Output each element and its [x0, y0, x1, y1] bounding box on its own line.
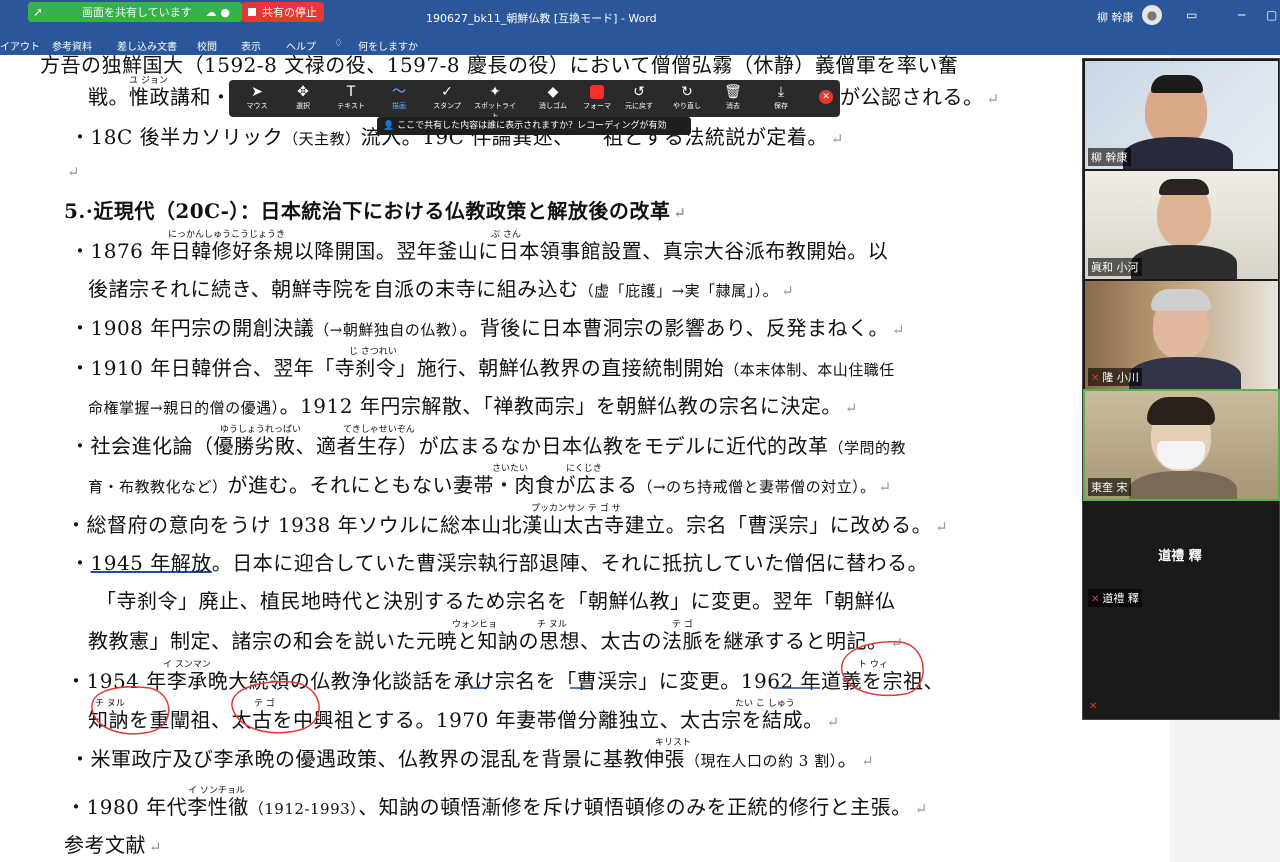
muted-mic-icon: ✕ — [1089, 701, 1098, 712]
section-heading: 5.·近現代（20C-）：日本統治下における仏教政策と解放後の改革 ↵ — [64, 199, 687, 223]
muted-mic-icon: ✕ — [1091, 594, 1100, 605]
doc-line: 「寺刹令」廃止、植民地時代と決別するため宗名を「朝鮮仏教」に変更。翌年「朝鮮仏 — [96, 589, 896, 613]
doc-line: ・総督府の意向をうけ 1938 年ソウルに総本山北漢山太古寺建立。宗名「曹渓宗」… — [66, 513, 949, 537]
tool-select[interactable]: ✥ 選択 — [281, 83, 325, 111]
doc-line: ・社会進化論（優勝劣敗、適者生存）が広まるなか日本仏教をモデルに近代的改革（学問… — [70, 434, 907, 458]
undo-icon: ↺ — [633, 84, 645, 100]
maximize-icon[interactable]: ▢ — [1266, 8, 1277, 22]
document-page[interactable]: 方吾の独鮮国大（1592-8 文禄の役、1597-8 慶長の役）において僧僧弘霧… — [0, 55, 1170, 862]
minimize-icon[interactable]: ─ — [1238, 8, 1245, 22]
trash-icon: 🗑 — [724, 84, 742, 100]
save-icon: ⤓ — [777, 84, 785, 100]
doc-line: 参考文献 ↵ — [64, 833, 163, 857]
tool-undo[interactable]: ↺ 元に戻す — [617, 83, 661, 111]
doc-line: ・1910 年日韓併合、翌年「寺刹令」施行、朝鮮仏教界の直接統制開始（本末体制、… — [70, 356, 895, 380]
eraser-icon: ◆ — [547, 84, 559, 100]
account-name[interactable]: 柳 幹康 — [1097, 9, 1134, 25]
doc-line: ・1876 年日韓修好条規以降開国。翌年釜山に日本領事館設置、真宗大谷派布教開始… — [70, 239, 889, 263]
participant-name: 柳 幹康 — [1088, 148, 1131, 166]
color-swatch-icon — [590, 85, 604, 99]
video-tile[interactable]: 眞和 小河 — [1085, 171, 1278, 279]
tool-mouse[interactable]: ➤ マウス — [235, 83, 279, 111]
tool-redo[interactable]: ↻ やり直し — [665, 83, 709, 111]
doc-line: 命権掌握→親日的僧の優遇）。1912 年円宗解散、「禅教両宗」を朝鮮仏教の宗名に… — [88, 394, 858, 418]
empty-paragraph: ↵ — [67, 163, 81, 181]
partial-top-line: 方吾の独鮮国大（1592-8 文禄の役、1597-8 慶長の役）において僧僧弘霧… — [40, 55, 959, 77]
tool-spotlight[interactable]: ✦ スポットライト — [473, 83, 517, 121]
document-title: 190627_bk11_朝鮮仏教 [互換モード] - Word — [426, 12, 657, 25]
tool-draw[interactable]: 〜描画 — [377, 83, 421, 111]
participant-name: ✕ 隆 小川 — [1088, 368, 1142, 386]
share-screen-icon: ➚ — [32, 5, 44, 19]
doc-line: 戦。惟政講和・ — [88, 85, 232, 109]
tell-me-search[interactable]: 何をしますか — [358, 38, 418, 53]
draw-icon: 〜 — [392, 84, 406, 100]
stop-share-button[interactable]: 共有の停止 — [242, 2, 324, 22]
doc-line: ・1945 年解放。日本に迎合していた曹渓宗執行部退陣、それに抵抗していた僧侶に… — [70, 551, 929, 575]
ribbon-display-icon[interactable]: ▭ — [1186, 8, 1197, 22]
tab-layout[interactable]: イアウト — [0, 38, 40, 53]
doc-line: ・1980 年代李性徹（1912-1993）、知訥の頓悟漸修を斥け頓悟頓修のみを… — [66, 795, 928, 819]
video-tile-active[interactable]: 東奎 宋 — [1083, 389, 1280, 501]
doc-line: 後諸宗それに続き、朝鮮寺院を自派の末寺に組み込む（虚「庇護」→実「隷属」）。 ↵ — [88, 277, 795, 301]
muted-mic-icon: ✕ — [1091, 373, 1100, 384]
check-icon: ✓ — [441, 84, 453, 100]
participant-name: 東奎 宋 — [1088, 478, 1131, 496]
doc-line: 知訥を重闡祖、太古を中興祖とする。1970 年妻帯僧分離独立、太古宗を結成。 ↵ — [88, 708, 840, 732]
close-toolbar-icon[interactable]: ✕ — [819, 90, 833, 104]
tab-mailings[interactable]: 差し込み文書 — [117, 38, 177, 53]
tool-format[interactable]: フォーマ — [575, 83, 619, 111]
video-tile[interactable]: 柳 幹康 — [1085, 61, 1278, 169]
sharing-status-label: 画面を共有しています — [82, 6, 192, 19]
audio-participant-label: 道禮 釋 — [1158, 549, 1202, 564]
participant-name: ✕ 道禮 釋 — [1088, 589, 1142, 607]
doc-line: 育・布教教化など）が進む。それにともない妻帯・肉食が広まる（→のち持戒僧と妻帯僧… — [88, 473, 892, 497]
ribbon-tabs: イアウト 参考資料 差し込み文書 校閲 表示 ヘルプ ♢ 何をしますか — [0, 33, 1280, 55]
redo-icon: ↻ — [681, 84, 693, 100]
tab-view[interactable]: 表示 — [241, 38, 261, 53]
title-bar: ➚ 画面を共有しています ☁● 共有の停止 190627_bk11_朝鮮仏教 [… — [0, 0, 1280, 33]
tab-references[interactable]: 参考資料 — [52, 38, 92, 53]
doc-line: ・1908 年円宗の開創決議（→朝鮮独自の仏教）。背後に日本曹洞宗の影響あり、反… — [70, 316, 906, 340]
account-avatar-icon[interactable]: ● — [1142, 5, 1162, 25]
annotation-toolbar: ➤ マウス ✥ 選択 T テキスト 〜描画 ✓ スタンプ ✦ スポットライト ◆ 消しゴム … — [229, 80, 840, 120]
video-tile[interactable]: ✕ 隆 小川 — [1085, 281, 1278, 389]
tab-review[interactable]: 校閲 — [197, 38, 217, 53]
tool-clear[interactable]: 🗑 消去 — [711, 83, 755, 111]
doc-line: 教教憲」制定、諸宗の和会を説いた元暁と知訥の思想、太古の法脈を継承すると明記。 ↵ — [88, 629, 904, 653]
tab-help[interactable]: ヘルプ — [286, 38, 316, 53]
text-icon: T — [346, 84, 356, 100]
move-icon: ✥ — [297, 84, 309, 100]
stop-share-label: 共有の停止 — [262, 6, 317, 19]
cloud-shield-icon: ☁● — [205, 5, 234, 19]
tool-stamp[interactable]: ✓ スタンプ — [425, 83, 469, 111]
sharing-status-pill[interactable]: ➚ 画面を共有しています ☁● — [28, 2, 242, 22]
doc-line: が公認される。 ↵ — [840, 85, 1000, 109]
doc-line: ・米軍政庁及び李承晩の優遇政策、仏教界の混乱を背景に基教伸張（現在人口の約 3 … — [70, 747, 875, 771]
stop-icon — [248, 8, 256, 16]
recording-notice[interactable]: 👤 ここで共有した内容は誰に表示されますか？レコーディングが有効 — [377, 117, 691, 135]
lightbulb-icon: ♢ — [334, 38, 343, 49]
doc-line: ・1954 年李承晩大統領の仏教浄化談話を承け宗名を「曹渓宗」に変更。1962 … — [66, 669, 945, 693]
person-icon: 👤 — [383, 121, 398, 131]
tool-text[interactable]: T テキスト — [329, 83, 373, 111]
video-gallery: 柳 幹康 眞和 小河 ✕ 隆 小川 東奎 宋 道禮 釋 ✕ 道禮 釋 ✕ — [1082, 58, 1280, 720]
tool-save[interactable]: ⤓ 保存 — [759, 83, 803, 111]
participant-name: 眞和 小河 — [1088, 258, 1142, 276]
tool-eraser[interactable]: ◆ 消しゴム — [531, 83, 575, 111]
pointer-icon: ➤ — [251, 84, 263, 100]
wand-icon: ✦ — [489, 84, 501, 100]
audio-participant-tag[interactable]: ✕ 道禮 釋 — [1085, 589, 1278, 611]
